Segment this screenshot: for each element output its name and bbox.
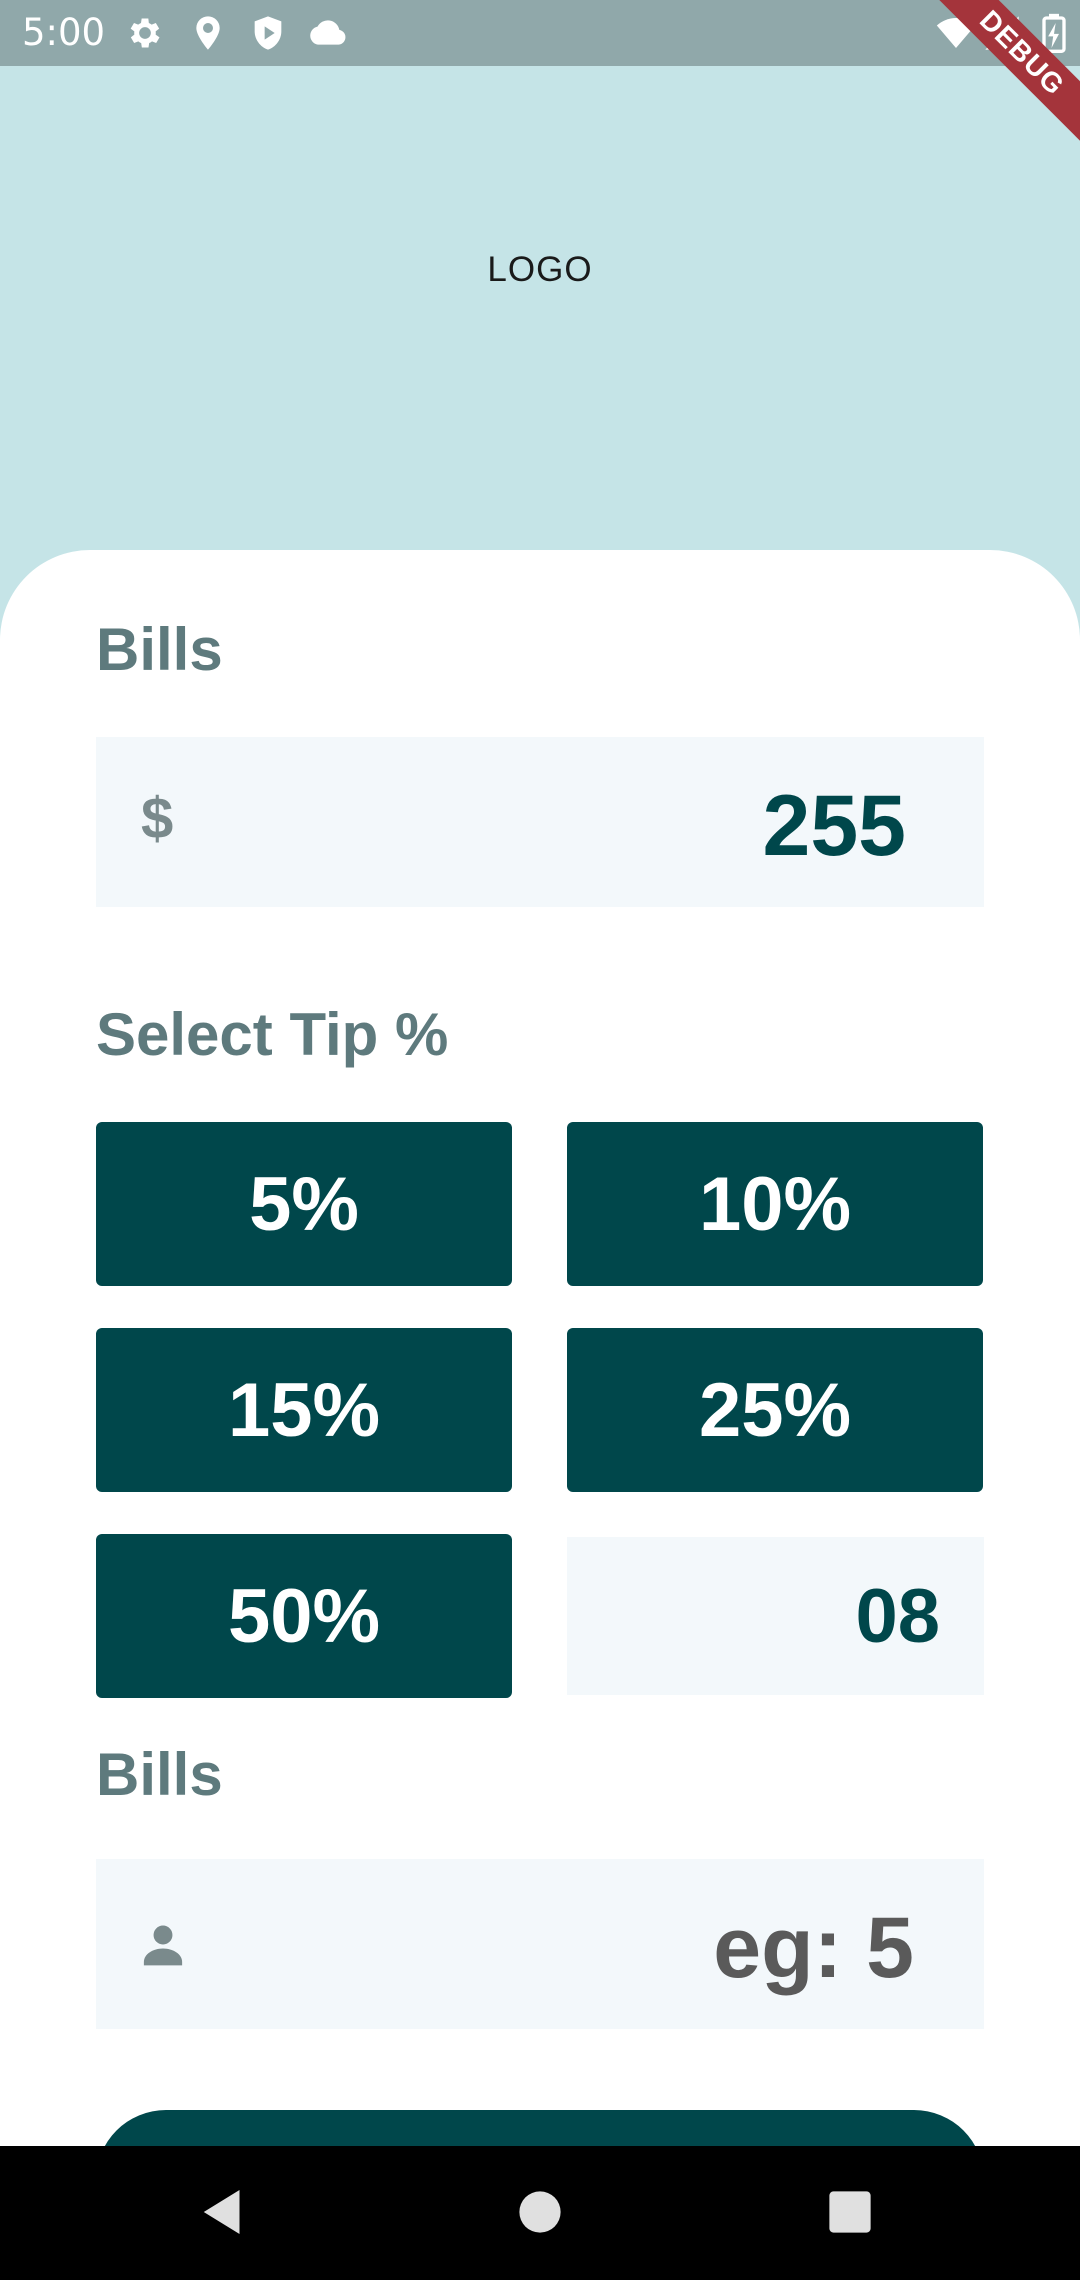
signal-icon (982, 13, 1022, 53)
location-pin-icon (188, 13, 228, 53)
status-time: 5:00 (22, 11, 106, 54)
person-icon (136, 1917, 190, 1971)
battery-charging-icon (1034, 13, 1066, 53)
bill-input-value: 255 (762, 778, 907, 874)
cloud-icon (307, 13, 351, 53)
bill-input[interactable]: $ 255 (96, 737, 984, 907)
people-input[interactable]: eg: 5 (96, 1859, 984, 2029)
people-label: Bills (96, 1741, 223, 1808)
tip-50-button[interactable]: 50% (96, 1534, 512, 1698)
tip-15-button[interactable]: 15% (96, 1328, 512, 1492)
status-bar: 5:00 DEBUG (0, 0, 1080, 153)
bill-label: Bills (96, 616, 223, 683)
custom-tip-value: 08 (855, 1574, 940, 1659)
shield-play-icon (248, 13, 288, 53)
tip-5-button[interactable]: 5% (96, 1122, 512, 1286)
dollar-icon: $ (141, 786, 174, 851)
people-input-placeholder: eg: 5 (713, 1900, 914, 1996)
tip-10-button[interactable]: 10% (567, 1122, 983, 1286)
select-tip-label: Select Tip % (96, 1001, 449, 1068)
home-icon[interactable] (507, 2179, 573, 2245)
back-icon[interactable] (190, 2179, 256, 2245)
wifi-icon (936, 13, 976, 53)
tip-25-button[interactable]: 25% (567, 1328, 983, 1492)
custom-tip-input[interactable]: 08 (567, 1537, 984, 1695)
navigation-bar (0, 2146, 1080, 2280)
recents-icon[interactable] (817, 2179, 883, 2245)
logo: LOGO (487, 250, 593, 289)
gear-icon (125, 13, 165, 53)
